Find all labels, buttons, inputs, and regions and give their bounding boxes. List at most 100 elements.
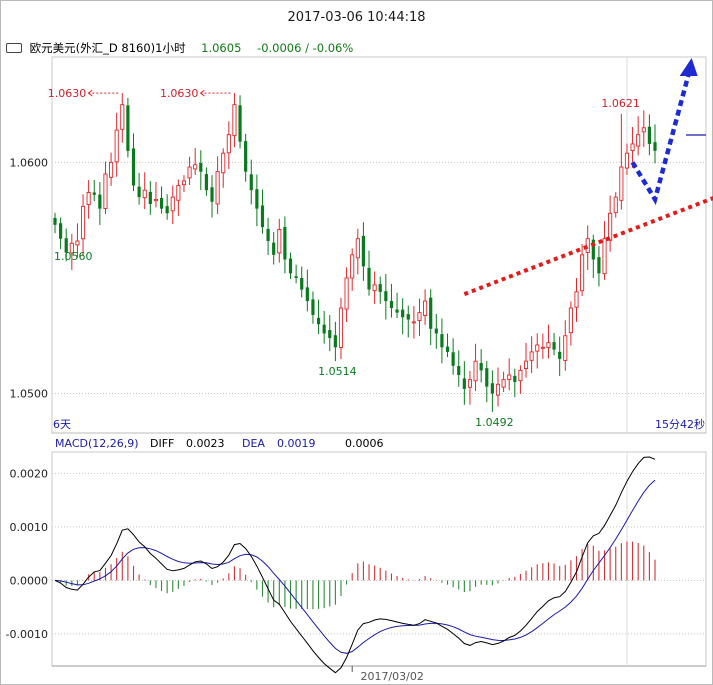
- candle-body: [137, 186, 141, 198]
- candle-body: [355, 238, 360, 259]
- candle-body: [300, 277, 304, 290]
- low-annotation: 1.0514: [318, 365, 357, 378]
- candle-body: [165, 206, 169, 214]
- candle-body: [193, 164, 198, 170]
- candle-body: [59, 223, 63, 239]
- candle-body: [170, 196, 175, 212]
- candle-body: [395, 309, 399, 313]
- candle-body: [445, 346, 450, 352]
- candle-body: [451, 352, 455, 366]
- candle-body: [406, 314, 410, 320]
- candle-body: [187, 166, 192, 179]
- candle-body: [507, 374, 512, 380]
- candle-body: [372, 284, 377, 292]
- candle-body: [75, 240, 80, 246]
- candle-body: [221, 152, 226, 174]
- candle-body: [215, 171, 220, 205]
- candle-body: [580, 254, 585, 292]
- candle-body: [126, 105, 130, 151]
- candle-body: [619, 166, 624, 201]
- candle-body: [411, 321, 416, 324]
- candle-body: [92, 192, 96, 195]
- candle-body: [199, 162, 203, 172]
- candle-body: [540, 346, 545, 349]
- candle-body: [344, 277, 349, 310]
- candle-body: [311, 299, 315, 315]
- low-annotation: 1.0492: [475, 416, 514, 429]
- candle-body: [244, 141, 248, 172]
- candle-body: [546, 342, 551, 349]
- candle-body: [630, 143, 635, 151]
- candle-body: [294, 276, 298, 278]
- price-tick-label: 1.0500: [10, 388, 49, 401]
- high-annotation: 1.0621: [601, 97, 640, 110]
- candle-body: [389, 300, 394, 309]
- candle-body: [473, 360, 478, 382]
- candle-body: [328, 330, 332, 339]
- countdown-label: 15分42秒: [655, 417, 705, 431]
- candle-body: [181, 180, 187, 186]
- candle-body: [597, 257, 601, 274]
- candle-body: [417, 312, 422, 321]
- price-tick-label: 1.0600: [10, 156, 49, 169]
- candle-body: [568, 307, 573, 334]
- candle-body: [204, 174, 209, 191]
- candle-body: [641, 127, 646, 133]
- price-chart-svg[interactable]: 1.06001.0500 1.0630 1.06301.05141.04921.0…: [0, 0, 713, 685]
- candle-body: [316, 317, 321, 325]
- candle-body: [80, 205, 86, 240]
- candle-body: [153, 198, 158, 202]
- projection-arrow: [630, 73, 691, 206]
- candle-body: [255, 189, 259, 209]
- left-price-label: 1.0560: [54, 250, 93, 263]
- macd-diff-value: 0.0023: [186, 437, 225, 450]
- candle-body: [440, 334, 444, 348]
- candle-body: [232, 104, 237, 137]
- arrow-head-icon: [679, 58, 698, 76]
- candle-body: [401, 309, 405, 318]
- candle-body: [384, 291, 388, 302]
- candle-body: [518, 369, 523, 382]
- candle-body: [114, 129, 119, 163]
- candlesticks: [53, 93, 657, 412]
- candle-body: [210, 187, 214, 202]
- candle-body: [574, 291, 579, 308]
- candle-body: [333, 335, 337, 348]
- candle-body: [305, 287, 309, 302]
- candle-body: [53, 217, 57, 225]
- candle-body: [260, 205, 265, 228]
- macd-gridlines: 0.0020 0.0010 0.0000 -0.0010: [6, 467, 706, 641]
- candle-body: [653, 142, 657, 151]
- candle-body: [338, 307, 344, 348]
- candle-body: [277, 228, 282, 254]
- candle-body: [120, 104, 125, 130]
- x-date-label: 2017/03/02: [360, 670, 423, 683]
- candle-body: [467, 379, 473, 388]
- macd-tick-label: -0.0010: [6, 628, 48, 641]
- candle-body: [613, 196, 618, 214]
- candle-body: [159, 197, 164, 209]
- candle-body: [272, 242, 276, 255]
- candle-body: [350, 254, 355, 279]
- candle-body: [361, 235, 366, 267]
- candle-body: [485, 368, 489, 387]
- candle-body: [552, 342, 556, 350]
- candle-body: [249, 174, 253, 191]
- price-annotations: 1.0630 1.0630 1.0514 1.0492 1.0621: [48, 87, 640, 429]
- high-annotation: 1.0630: [160, 87, 199, 100]
- candle-body: [142, 189, 147, 199]
- candle-body: [86, 192, 91, 206]
- macd-tick-label: 0.0020: [10, 467, 49, 480]
- macd-tick-label: 0.0000: [10, 574, 49, 587]
- candle-body: [513, 375, 517, 382]
- macd-diff-name: DIFF: [150, 437, 174, 450]
- candle-body: [529, 351, 534, 361]
- candle-body: [457, 366, 461, 376]
- left-duration-label: 6天: [53, 418, 71, 431]
- candle-body: [378, 284, 382, 292]
- candle-body: [367, 267, 371, 290]
- candle-body: [535, 344, 540, 352]
- candle-body: [288, 258, 293, 274]
- candle-body: [636, 134, 641, 147]
- candle-body: [624, 152, 630, 169]
